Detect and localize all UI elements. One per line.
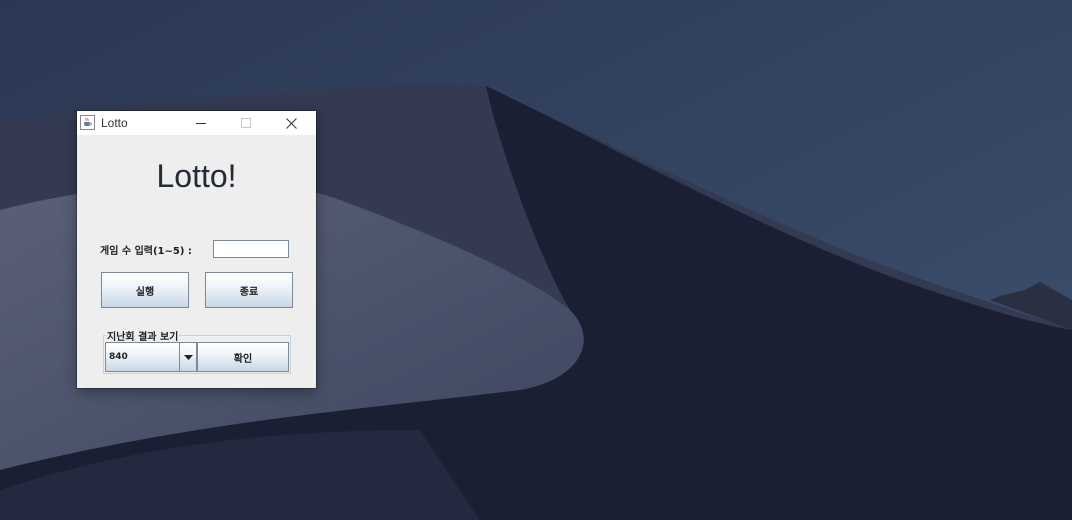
lotto-window: Lotto Lotto! 게임 수 입력(1~5) : 실행 종료 지난회 결과… (77, 111, 316, 388)
round-select-arrow[interactable] (179, 343, 196, 371)
triangle-down-icon (183, 354, 193, 360)
minimize-icon (195, 123, 206, 124)
maximize-icon (240, 118, 251, 128)
games-count-label: 게임 수 입력(1~5) : (100, 246, 192, 257)
maximize-button[interactable] (223, 111, 268, 135)
window-title: Lotto (101, 116, 128, 130)
confirm-button[interactable]: 확인 (197, 342, 289, 372)
round-select-value: 840 (109, 352, 128, 362)
minimize-button[interactable] (178, 111, 223, 135)
java-cup-icon (80, 115, 95, 130)
title-bar[interactable]: Lotto (77, 111, 316, 135)
exit-button[interactable]: 종료 (205, 272, 293, 308)
app-heading: Lotto! (156, 158, 237, 194)
games-count-input[interactable] (213, 240, 289, 258)
round-select[interactable]: 840 (105, 342, 197, 372)
close-icon (286, 117, 297, 129)
run-button[interactable]: 실행 (101, 272, 189, 308)
past-results-title: 지난회 결과 보기 (106, 328, 180, 343)
close-button[interactable] (269, 111, 314, 135)
